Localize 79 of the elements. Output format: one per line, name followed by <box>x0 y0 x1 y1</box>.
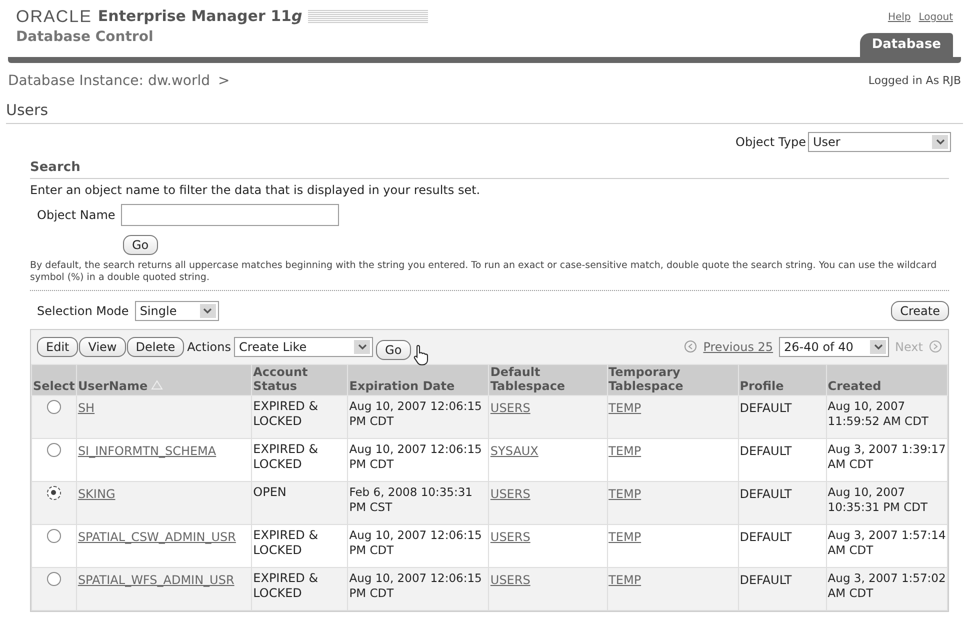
table-cell: EXPIRED & LOCKED <box>252 524 348 567</box>
table-cell: Aug 3, 2007 1:57:14 AM CDT <box>826 524 948 567</box>
actions-go-button[interactable]: Go <box>376 340 411 360</box>
tablespace-link[interactable]: USERS <box>490 400 530 414</box>
create-button[interactable]: Create <box>891 300 949 320</box>
table-cell: OPEN <box>252 481 348 524</box>
column-header: Profile <box>738 364 826 395</box>
row-radio[interactable] <box>46 486 61 500</box>
actions-select[interactable]: Create Like <box>234 336 374 356</box>
table-cell: EXPIRED & LOCKED <box>252 395 348 438</box>
table-cell: Aug 10, 2007 12:06:15 PM CDT <box>348 438 489 481</box>
tablespace-link[interactable]: TEMP <box>608 486 642 500</box>
row-radio[interactable] <box>46 442 61 456</box>
table-cell: EXPIRED & LOCKED <box>252 438 348 481</box>
row-radio[interactable] <box>46 400 61 414</box>
tablespace-link[interactable]: USERS <box>490 530 530 544</box>
column-header: Expiration Date <box>348 364 489 395</box>
table-cell: Aug 10, 2007 10:35:31 PM CDT <box>826 481 948 524</box>
next-label: Next <box>895 338 923 356</box>
product-subtitle: Database Control <box>16 28 154 47</box>
selection-mode-label: Selection Mode <box>37 302 129 320</box>
hand-cursor-icon <box>413 344 429 366</box>
search-instruction: Enter an object name to filter the data that is displayed in your results set. <box>30 182 482 198</box>
row-radio[interactable] <box>46 572 61 586</box>
previous-icon[interactable] <box>684 340 698 353</box>
table-cell: Aug 10, 2007 12:06:15 PM CDT <box>348 567 489 610</box>
table-cell: Aug 10, 2007 12:06:15 PM CDT <box>348 395 489 438</box>
oracle-logo: ORACLE <box>16 8 92 25</box>
selection-mode-select[interactable]: Single <box>134 300 219 320</box>
header-link[interactable]: Help <box>888 10 911 25</box>
tablespace-link[interactable]: SYSAUX <box>490 444 538 458</box>
toolbar-button[interactable]: Edit <box>37 336 78 356</box>
search-heading: Search <box>30 160 80 174</box>
tablespace-link[interactable]: TEMP <box>608 400 642 414</box>
tablespace-link[interactable]: TEMP <box>608 530 642 544</box>
table-cell: DEFAULT <box>738 524 826 567</box>
table-cell: DEFAULT <box>738 567 826 610</box>
tablespace-link[interactable]: USERS <box>490 572 530 586</box>
column-header: Select <box>32 364 76 395</box>
username-link[interactable]: SH <box>78 400 95 414</box>
table-cell: Feb 6, 2008 10:35:31 PM CST <box>348 481 489 524</box>
previous-link[interactable]: Previous 25 <box>703 338 774 356</box>
product-name: Enterprise Manager 11g <box>98 9 302 24</box>
search-go-button[interactable]: Go <box>123 234 158 254</box>
page-title: Users <box>6 100 48 118</box>
tablespace-link[interactable]: USERS <box>490 486 530 500</box>
actions-label: Actions <box>187 338 232 356</box>
next-icon <box>929 340 942 353</box>
table-cell: Aug 10, 2007 12:06:15 PM CDT <box>348 524 489 567</box>
table-cell: EXPIRED & LOCKED <box>252 567 348 610</box>
range-select[interactable]: 26-40 of 40 <box>779 336 890 356</box>
column-header: Account Status <box>252 364 348 395</box>
object-name-label: Object Name <box>37 206 116 224</box>
toolbar-button[interactable]: Delete <box>126 336 184 356</box>
username-link[interactable]: SKING <box>78 486 116 500</box>
table-cell: Aug 10, 2007 11:59:52 AM CDT <box>826 395 948 438</box>
login-status: Logged in As RJB <box>868 72 961 89</box>
tablespace-link[interactable]: TEMP <box>608 572 642 586</box>
table-cell: DEFAULT <box>738 395 826 438</box>
sort-ascending-icon <box>150 380 163 390</box>
column-header: Temporary Tablespace <box>607 364 738 395</box>
database-tab[interactable]: Database <box>860 33 953 56</box>
toolbar-button[interactable]: View <box>79 336 126 356</box>
table-cell: DEFAULT <box>738 481 826 524</box>
tablespace-link[interactable]: TEMP <box>608 444 642 458</box>
object-type-select[interactable]: User <box>808 132 951 152</box>
object-type-label: Object Type <box>736 134 806 150</box>
row-radio[interactable] <box>46 528 61 542</box>
table-cell: Aug 3, 2007 1:39:17 AM CDT <box>826 438 948 481</box>
breadcrumb-link[interactable]: Database Instance: dw.world <box>8 70 210 92</box>
header-link[interactable]: Logout <box>918 10 953 25</box>
object-name-field[interactable] <box>121 204 340 226</box>
search-note: By default, the search returns all uppercase matches beginning with the string you entered. To run an exact or case-sensitive match, double quote the search string. You can use the wildcard symbol (%) in a double quoted string. <box>30 260 938 284</box>
table-cell: DEFAULT <box>738 438 826 481</box>
column-header: Created <box>826 364 948 395</box>
breadcrumb-separator: > <box>218 72 230 90</box>
column-header: Default Tablespace <box>488 364 608 395</box>
column-header[interactable]: UserName <box>76 364 252 395</box>
table-cell: Aug 3, 2007 1:57:02 AM CDT <box>826 567 948 610</box>
